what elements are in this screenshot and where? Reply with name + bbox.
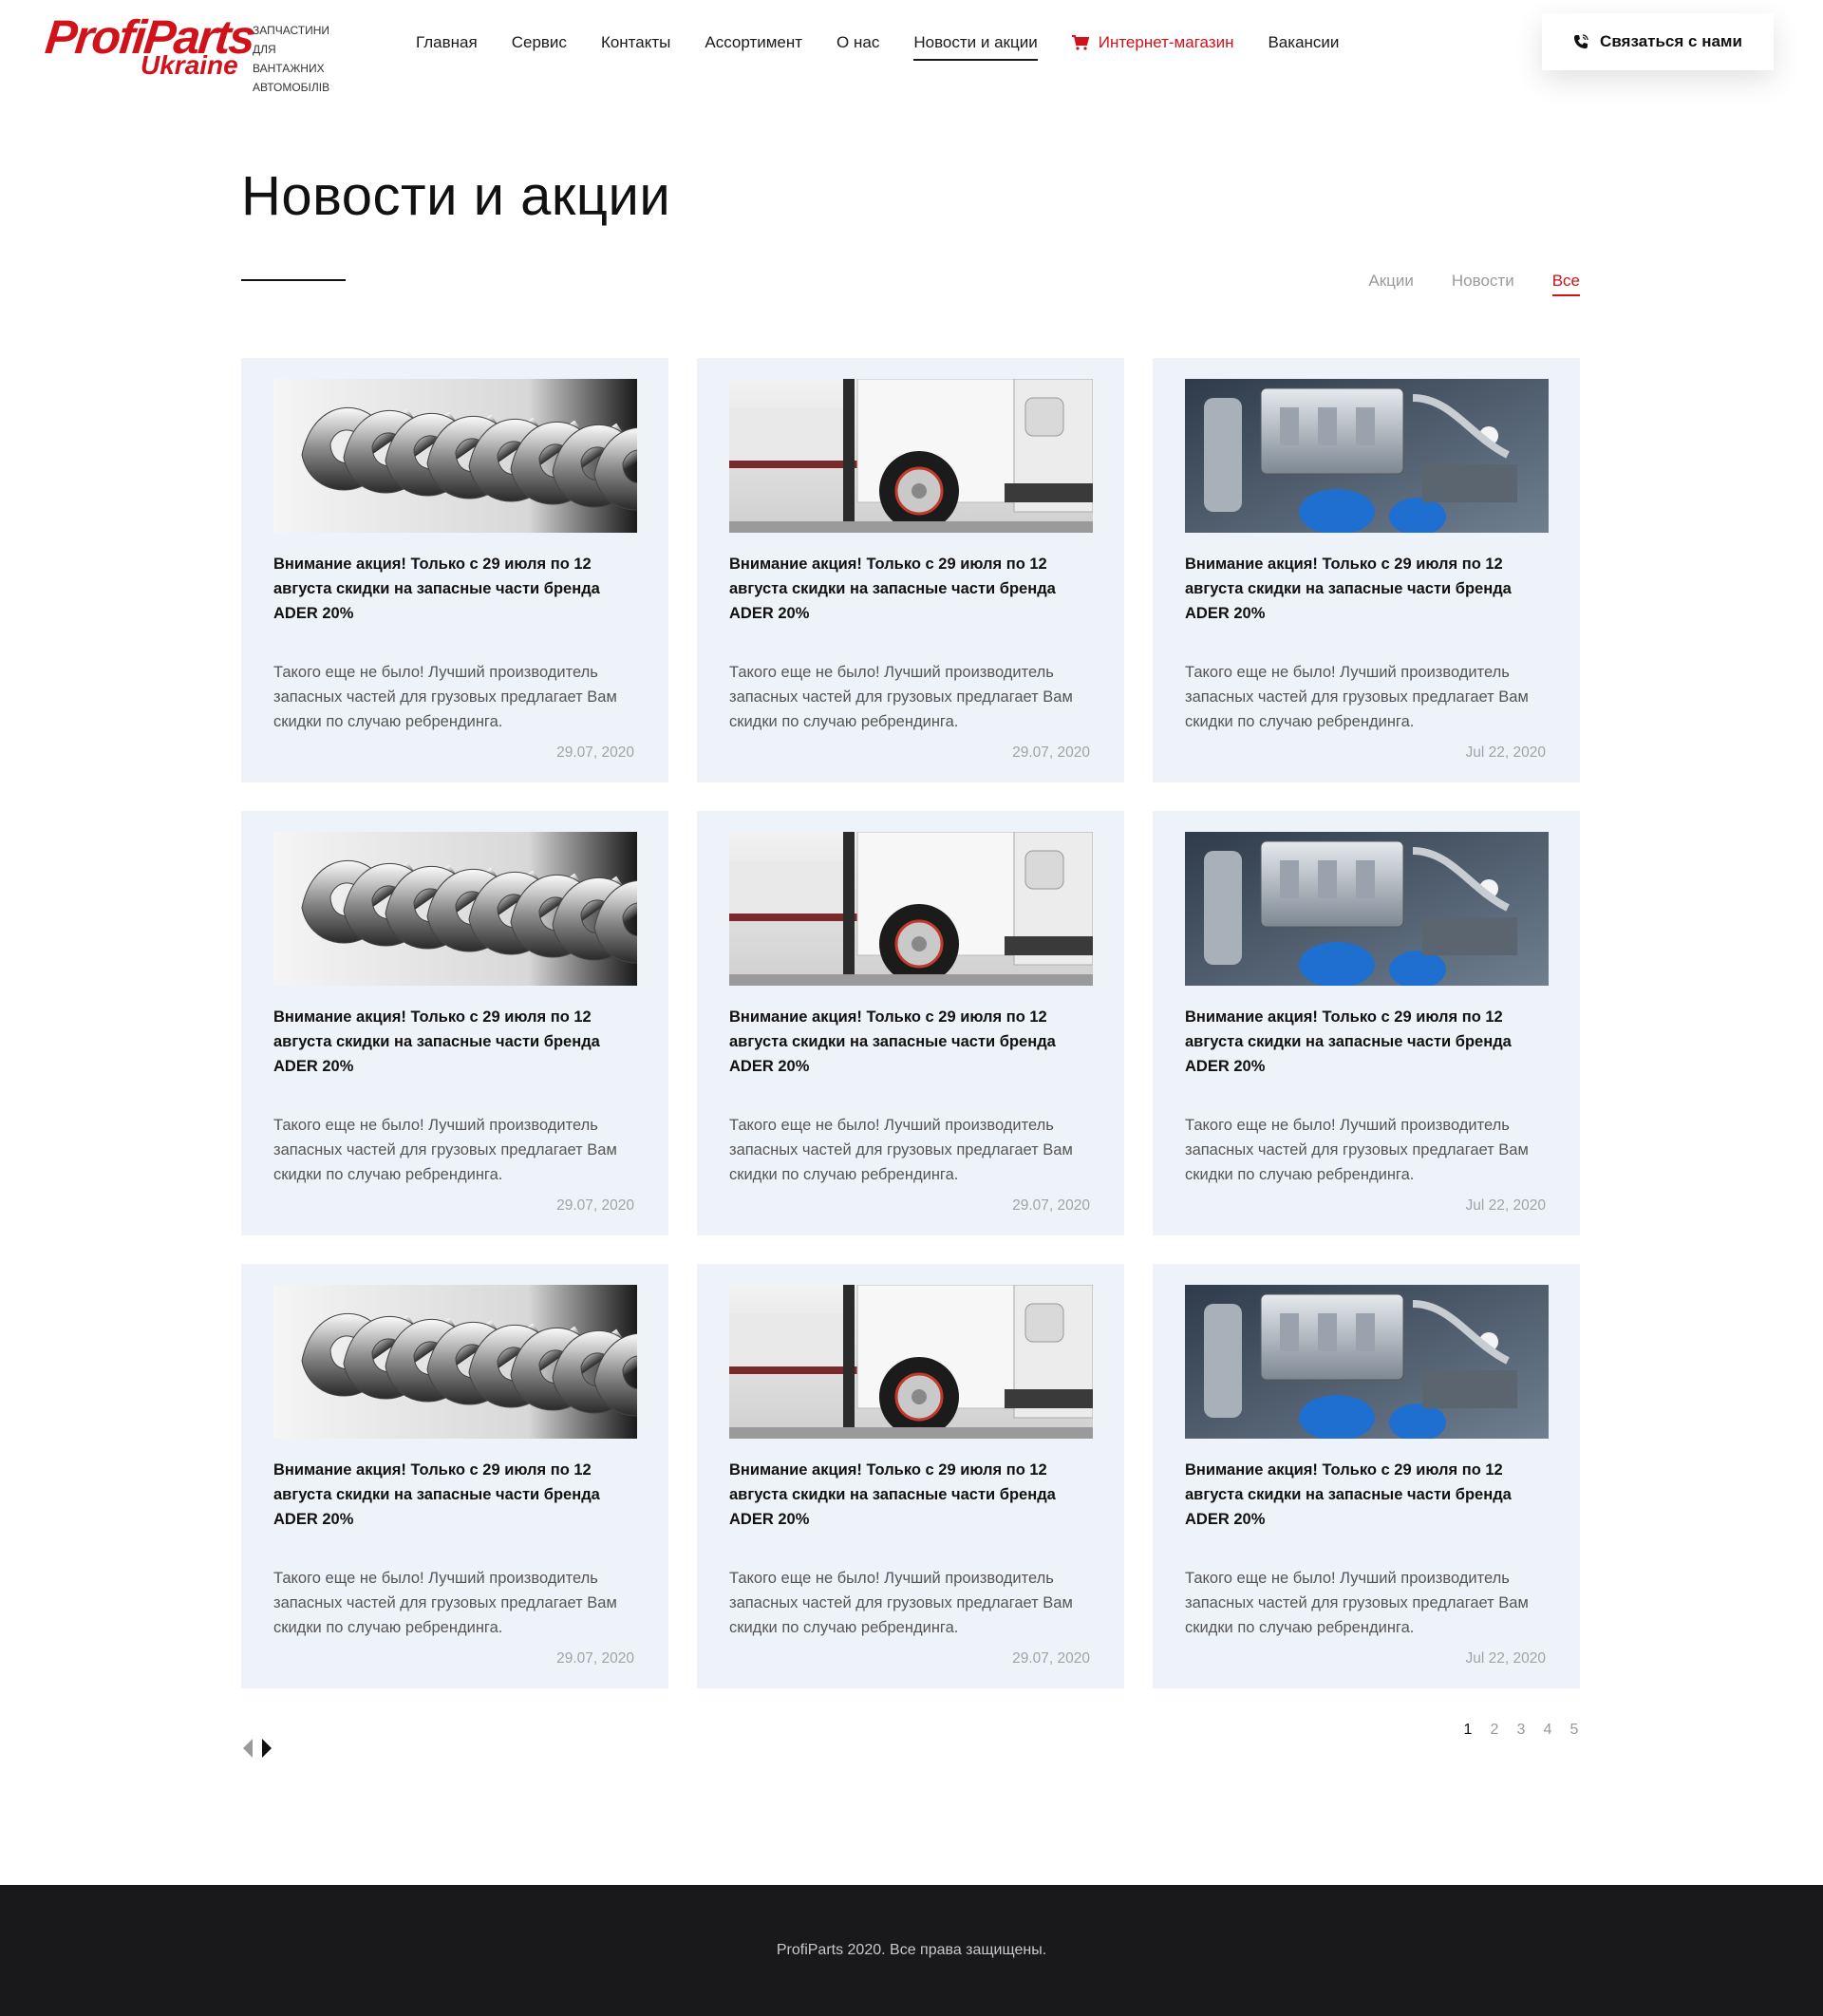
news-card-date: Jul 22, 2020 [1465, 1650, 1546, 1667]
news-card-title[interactable]: Внимание акция! Только с 29 июля по 12 а… [273, 1458, 636, 1532]
news-card-excerpt: Такого еще не было! Лучший производитель… [273, 664, 617, 730]
news-card-excerpt: Такого еще не было! Лучший производитель… [273, 1117, 617, 1183]
news-card-image[interactable] [1185, 379, 1549, 533]
nav-item-news[interactable]: Новости и акции [913, 28, 1039, 61]
news-card-image[interactable] [729, 379, 1093, 533]
contact-us-button[interactable]: Связаться с нами [1542, 13, 1774, 70]
news-card-date: 29.07, 2020 [556, 1197, 634, 1214]
nav-item-shop[interactable]: Интернет-магазин [1071, 28, 1234, 57]
filter-all[interactable]: Все [1551, 270, 1581, 296]
page-number[interactable]: 2 [1489, 1721, 1500, 1740]
news-card-image[interactable] [273, 379, 637, 533]
page-title: Новости и акции [241, 165, 671, 227]
page-number[interactable]: 5 [1569, 1721, 1580, 1740]
news-card-title[interactable]: Внимание акция! Только с 29 июля по 12 а… [1185, 552, 1548, 626]
arrow-left-icon[interactable] [241, 1738, 254, 1759]
nav-item-shop-label: Интернет-магазин [1098, 33, 1234, 51]
news-card-date: 29.07, 2020 [1012, 1650, 1090, 1667]
news-card-excerpt: Такого еще не было! Лучший производитель… [729, 1570, 1073, 1636]
nav-item-vacancies[interactable]: Вакансии [1268, 28, 1339, 57]
pagination-arrows [241, 1738, 273, 1759]
logo-tagline: ЗАПЧАСТИНИ ДЛЯ ВАНТАЖНИХ АВТОМОБІЛІВ [253, 24, 330, 94]
page-number[interactable]: 4 [1542, 1721, 1553, 1740]
site-header: ProfiParts Ukraine ЗАПЧАСТИНИ ДЛЯ ВАНТАЖ… [0, 0, 1823, 104]
news-card-excerpt: Такого еще не было! Лучший производитель… [729, 664, 1073, 730]
copyright-text: ProfiParts 2020. Все права защищены. [776, 1942, 1047, 1958]
news-card-date: 29.07, 2020 [1012, 744, 1090, 761]
news-card[interactable]: Внимание акция! Только с 29 июля по 12 а… [241, 358, 668, 782]
news-card-excerpt: Такого еще не было! Лучший производитель… [1185, 1570, 1529, 1636]
news-card[interactable]: Внимание акция! Только с 29 июля по 12 а… [1153, 1264, 1580, 1688]
filter-news[interactable]: Новости [1452, 270, 1514, 292]
news-card-excerpt: Такого еще не было! Лучший производитель… [729, 1117, 1073, 1183]
news-card-image[interactable] [1185, 1285, 1549, 1439]
news-card-date: Jul 22, 2020 [1465, 744, 1546, 761]
news-card-title[interactable]: Внимание акция! Только с 29 июля по 12 а… [1185, 1005, 1548, 1079]
news-card[interactable]: Внимание акция! Только с 29 июля по 12 а… [241, 811, 668, 1235]
nav-item-service[interactable]: Сервис [512, 28, 567, 57]
news-filters: Акции Новости Все [1368, 270, 1581, 296]
news-card-title[interactable]: Внимание акция! Только с 29 июля по 12 а… [729, 552, 1092, 626]
news-card-image[interactable] [729, 1285, 1093, 1439]
news-card-title[interactable]: Внимание акция! Только с 29 июля по 12 а… [1185, 1458, 1548, 1532]
news-card-date: 29.07, 2020 [1012, 1197, 1090, 1214]
phone-icon [1574, 34, 1588, 48]
contact-us-label: Связаться с нами [1600, 32, 1742, 50]
news-card[interactable]: Внимание акция! Только с 29 июля по 12 а… [697, 358, 1124, 782]
news-card-title[interactable]: Внимание акция! Только с 29 июля по 12 а… [729, 1005, 1092, 1079]
news-card-image[interactable] [729, 832, 1093, 986]
filter-promotions[interactable]: Акции [1368, 270, 1414, 292]
cart-icon [1071, 35, 1089, 50]
nav-item-assortment[interactable]: Ассортимент [705, 28, 802, 57]
main-nav: Главная Сервис Контакты Ассортимент О на… [416, 28, 1373, 61]
news-grid: Внимание акция! Только с 29 июля по 12 а… [241, 358, 1582, 1688]
page-number[interactable]: 3 [1515, 1721, 1527, 1740]
nav-item-contacts[interactable]: Контакты [601, 28, 670, 57]
arrow-right-icon[interactable] [260, 1738, 273, 1759]
news-card-title[interactable]: Внимание акция! Только с 29 июля по 12 а… [273, 552, 636, 626]
news-card[interactable]: Внимание акция! Только с 29 июля по 12 а… [241, 1264, 668, 1688]
site-footer: ProfiParts 2020. Все права защищены. [0, 1885, 1823, 2016]
pagination-pages: 12345 [1462, 1721, 1580, 1740]
news-card-excerpt: Такого еще не было! Лучший производитель… [1185, 664, 1529, 730]
news-card-date: 29.07, 2020 [556, 744, 634, 761]
news-card[interactable]: Внимание акция! Только с 29 июля по 12 а… [697, 811, 1124, 1235]
news-card-image[interactable] [273, 1285, 637, 1439]
page-number[interactable]: 1 [1462, 1721, 1474, 1740]
news-card[interactable]: Внимание акция! Только с 29 июля по 12 а… [1153, 811, 1580, 1235]
news-card-excerpt: Такого еще не было! Лучший производитель… [273, 1570, 617, 1636]
news-card-date: Jul 22, 2020 [1465, 1197, 1546, 1214]
news-card-date: 29.07, 2020 [556, 1650, 634, 1667]
logo[interactable]: ProfiParts Ukraine ЗАПЧАСТИНИ ДЛЯ ВАНТАЖ… [43, 10, 340, 94]
nav-item-about[interactable]: О нас [836, 28, 879, 57]
news-card-title[interactable]: Внимание акция! Только с 29 июля по 12 а… [729, 1458, 1092, 1532]
title-divider [241, 279, 346, 281]
news-card[interactable]: Внимание акция! Только с 29 июля по 12 а… [1153, 358, 1580, 782]
news-card[interactable]: Внимание акция! Только с 29 июля по 12 а… [697, 1264, 1124, 1688]
nav-item-home[interactable]: Главная [416, 28, 478, 57]
news-card-image[interactable] [273, 832, 637, 986]
logo-sub-text: Ukraine [141, 50, 238, 80]
news-card-excerpt: Такого еще не было! Лучший производитель… [1185, 1117, 1529, 1183]
news-card-title[interactable]: Внимание акция! Только с 29 июля по 12 а… [273, 1005, 636, 1079]
news-card-image[interactable] [1185, 832, 1549, 986]
